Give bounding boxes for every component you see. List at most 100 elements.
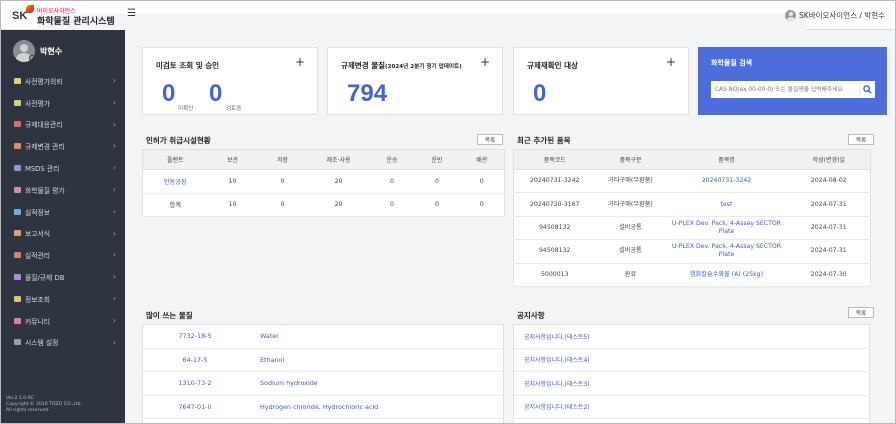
substance-name[interactable]: Ethanol xyxy=(260,356,284,364)
online-status-icon xyxy=(29,55,35,61)
column-header: 품목코드 xyxy=(513,149,596,170)
cas-number[interactable]: 64-17-5 xyxy=(143,356,247,364)
table-cell: 20 xyxy=(307,193,370,217)
column-header: 배관 xyxy=(459,149,505,170)
notice-link[interactable]: 공지사항입니다.(테스트2) xyxy=(524,402,590,411)
chevron-right-icon: › xyxy=(112,119,116,129)
sidebar-item[interactable]: 화학물질 평가 › xyxy=(1,179,125,201)
table-cell[interactable]: U-PLEX Dev. Pack, 4-Assay SECTOR Plate xyxy=(665,239,788,264)
list-item[interactable]: 공지사항입니다.(테스트2) xyxy=(514,396,869,419)
column-header: 보관 xyxy=(207,149,258,170)
table-cell: 설비공통 xyxy=(595,239,666,264)
cas-number[interactable]: 7647-01-0 xyxy=(143,403,247,411)
plus-icon[interactable]: + xyxy=(666,55,676,69)
substance-name[interactable]: Sodium hydroxide xyxy=(260,379,318,387)
reg-recheck-count[interactable]: 0 xyxy=(533,80,546,108)
facility-more-button[interactable]: 목록 xyxy=(477,134,503,145)
table-row: 5000013 원료 염화칼슘수화물 (A) (25kg) 2024-07-30 xyxy=(513,263,871,287)
table-cell: 20 xyxy=(307,169,370,194)
card-reg-change[interactable]: 규제변경 물질(2024년 2분기 정기 업데이트) + 794 xyxy=(327,47,503,115)
column-header: 운반 xyxy=(414,149,460,170)
chevron-right-icon: › xyxy=(112,337,116,347)
plus-icon[interactable]: + xyxy=(480,55,490,69)
table-row: 20240731-3242 기타구매(무환품) 20240731-3242 2024-… xyxy=(513,169,871,194)
notice-link[interactable]: 공지사항입니다.(테스트3) xyxy=(524,379,590,388)
list-item[interactable]: 1310-73-2 Sodium hydroxide xyxy=(143,372,503,396)
column-header: 플랜트 xyxy=(142,149,208,170)
sidebar-item[interactable]: 시스템 설정 › xyxy=(1,332,125,354)
reg-change-title-text: 규제변경 물질 xyxy=(341,61,386,70)
user-menu[interactable]: SK바이오사이언스 / 박현수 xyxy=(785,9,885,21)
menu-icon xyxy=(14,252,21,259)
menu-icon xyxy=(14,186,21,193)
menu-icon xyxy=(14,295,21,302)
chevron-right-icon: › xyxy=(112,293,116,303)
table-cell[interactable]: 안동공장 xyxy=(142,169,208,194)
table-row: 20240730-3167 기타구매(무환품) test 2024-07-31 xyxy=(513,192,871,217)
table-row: 94508132 설비공통 U-PLEX Dev. Pack, 4-Assay SE… xyxy=(513,216,871,241)
table-row: 94508132 설비공통 U-PLEX Dev. Pack, 4-Assay SE… xyxy=(513,239,871,264)
unconfirmed-count[interactable]: 0 xyxy=(162,80,175,108)
substance-name[interactable]: Hydrogen chloride, Hydrochloric acid xyxy=(260,403,378,411)
table-cell[interactable]: test xyxy=(665,192,788,217)
cas-number[interactable]: 7732-18-5 xyxy=(143,332,247,340)
sidebar-item[interactable]: 규제변경 관리 › xyxy=(1,135,125,157)
table-cell[interactable]: U-PLEX Dev. Pack, 4-Assay SECTOR Plate xyxy=(665,216,788,241)
table-cell: 2024-07-31 xyxy=(787,216,871,241)
sidebar-item-label: 커뮤니티 xyxy=(25,317,51,326)
sidebar-footer: Ver.2.1.0-RC Copyright © 2016 TOZO CO.,Lt… xyxy=(6,396,82,414)
cas-number[interactable]: 1310-73-2 xyxy=(143,379,247,387)
brand-sk: SK xyxy=(12,10,28,22)
chevron-right-icon: › xyxy=(112,163,116,173)
reg-change-count[interactable]: 794 xyxy=(347,80,387,108)
notice-list: 공지사항입니다.(테스트5) 공지사항입니다.(테스트4) 공지사항입니다.(테스트… xyxy=(513,324,870,423)
sidebar-item[interactable]: 실적정보 › xyxy=(1,201,125,223)
table-cell[interactable]: 20240731-3242 xyxy=(665,169,788,194)
search-button[interactable] xyxy=(859,81,875,98)
sidebar-item-label: 규제대응관리 xyxy=(25,121,63,130)
table-cell[interactable]: 염화칼슘수화물 (A) (25kg) xyxy=(665,263,788,287)
list-item[interactable]: 7732-18-5 Water xyxy=(143,325,503,349)
substance-name[interactable]: Water xyxy=(260,332,279,340)
notice-link[interactable]: 공지사항입니다.(테스트5) xyxy=(524,332,590,341)
menu-icon xyxy=(14,143,21,150)
card-review-title: 미검토 조회 및 승인 xyxy=(156,61,220,70)
user-icon xyxy=(785,9,797,21)
notice-more-button[interactable]: 목록 xyxy=(848,307,874,318)
sidebar-item[interactable]: 커뮤니티 › xyxy=(1,310,125,332)
sidebar-item-label: 화학물질 평가 xyxy=(25,186,65,195)
sidebar-profile: 박현수 xyxy=(13,40,62,62)
sidebar-item[interactable]: 규제대응관리 › xyxy=(1,114,125,136)
reviewing-count[interactable]: 0 xyxy=(209,80,222,108)
plus-icon[interactable]: + xyxy=(295,55,305,69)
sidebar-item[interactable]: 사전평가 › xyxy=(1,92,125,114)
card-review[interactable]: 미검토 조회 및 승인 + 0 미확인 0 검토중 xyxy=(142,47,318,115)
menu-icon xyxy=(14,121,21,128)
chemical-search-card: 화학물질 검색 xyxy=(698,47,887,115)
table-cell: 0 xyxy=(257,169,308,194)
list-item[interactable]: 7647-01-0 Hydrogen chloride, Hydrochloric… xyxy=(143,396,503,419)
sidebar-item[interactable]: 보고서식 › xyxy=(1,223,125,245)
sidebar-item[interactable]: 사전평가의뢰 › xyxy=(1,70,125,92)
sidebar-item[interactable]: MSDS 관리 › xyxy=(1,157,125,179)
brand-logo[interactable]: SK 바이오사이언스 화학물질 관리시스템 xyxy=(12,5,807,408)
table-cell: 94508132 xyxy=(513,239,596,264)
sidebar-item[interactable]: 정보조회 › xyxy=(1,288,125,310)
chemical-search-input[interactable] xyxy=(711,81,859,98)
hamburger-icon[interactable]: ☰ xyxy=(127,9,136,19)
list-item[interactable]: 공지사항입니다.(테스트3) xyxy=(514,372,869,396)
chevron-right-icon: › xyxy=(112,228,116,238)
list-item[interactable]: 공지사항입니다.(테스트4) xyxy=(514,349,869,372)
table-cell: 0 xyxy=(369,169,415,194)
card-reg-recheck[interactable]: 규제재확인 대상 + 0 xyxy=(513,47,689,115)
sidebar-item[interactable]: 물질/규제 DB › xyxy=(1,266,125,288)
list-item[interactable]: 공지사항입니다.(테스트5) xyxy=(514,325,869,349)
recent-table: 품목코드 품목구분 품목명 작성(변경)일 20240731-3242 기타구매(무환품)… xyxy=(513,149,871,287)
notice-link[interactable]: 공지사항입니다.(테스트4) xyxy=(524,355,590,364)
recent-more-button[interactable]: 목록 xyxy=(848,134,874,145)
profile-name: 박현수 xyxy=(40,46,63,56)
avatar xyxy=(13,40,35,62)
table-cell: 합계 xyxy=(142,193,208,217)
list-item[interactable]: 64-17-5 Ethanol xyxy=(143,349,503,372)
sidebar-item[interactable]: 실적관리 › xyxy=(1,244,125,266)
